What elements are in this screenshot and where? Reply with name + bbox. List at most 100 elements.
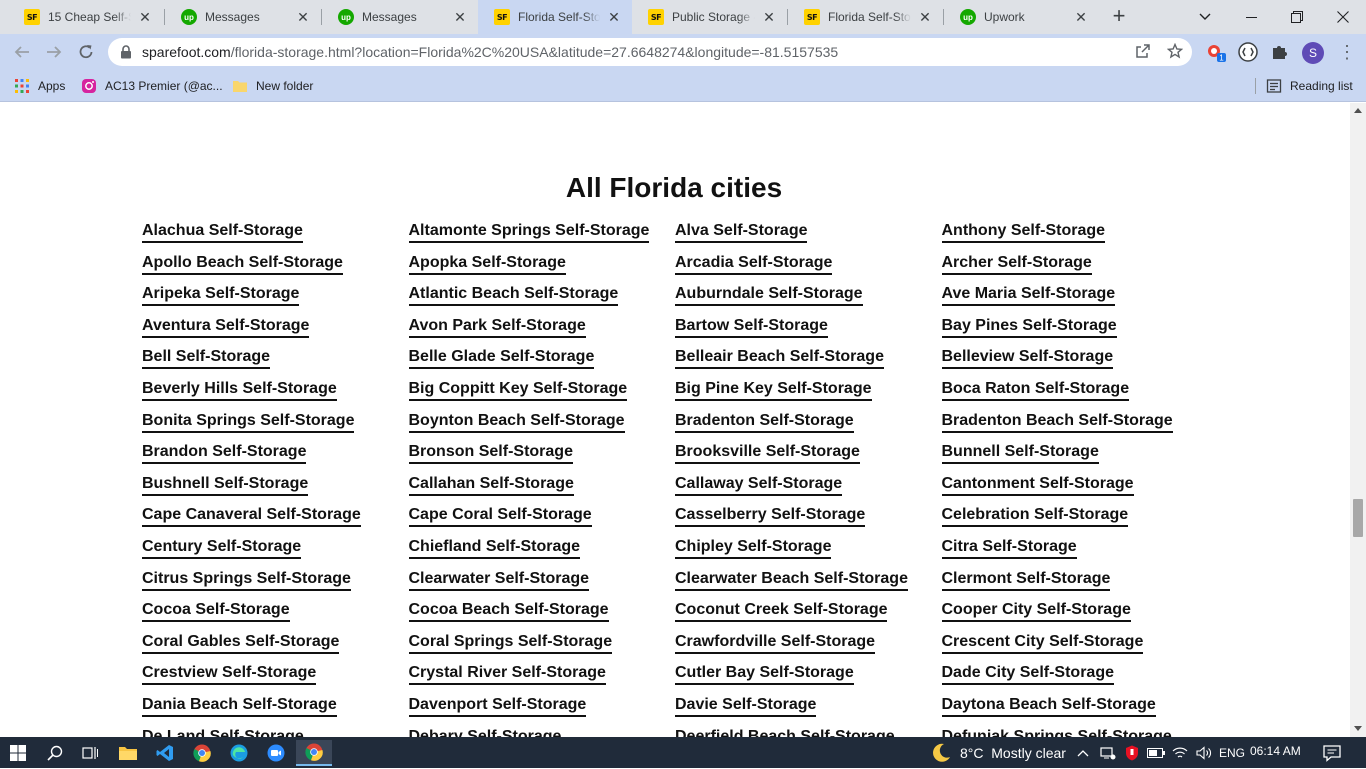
forward-button[interactable] [40,38,68,66]
tab-1[interactable]: SF 15 Cheap Self-Sto ✕ [8,0,163,34]
volume-icon[interactable] [1194,744,1214,762]
city-link[interactable]: Bradenton Beach Self-Storage [941,411,1209,433]
city-link[interactable]: Deerfield Beach Self-Storage [675,727,942,738]
new-tab-button[interactable]: + [1108,5,1130,28]
search-button[interactable] [37,740,73,766]
city-link[interactable]: Citra Self-Storage [941,537,1209,559]
bookmark-instagram[interactable]: AC13 Premier (@ac... [81,76,223,96]
battery-icon[interactable] [1146,744,1166,762]
close-icon[interactable]: ✕ [295,9,311,25]
chrome-button[interactable] [184,740,220,766]
tab-7[interactable]: up Upwork ✕ [944,0,1099,34]
city-link[interactable]: Ave Maria Self-Storage [941,284,1209,307]
city-link[interactable]: Bronson Self-Storage [408,442,676,465]
city-link[interactable]: Dania Beach Self-Storage [142,695,409,717]
city-link[interactable]: Crescent City Self-Storage [941,632,1209,654]
city-link[interactable]: Arcadia Self-Storage [675,253,942,275]
city-link[interactable]: Boca Raton Self-Storage [941,379,1209,401]
scroll-down-icon[interactable] [1354,726,1362,731]
clock[interactable]: 06:14 AM [1250,744,1301,758]
city-link[interactable]: Cape Canaveral Self-Storage [142,505,409,528]
city-link[interactable]: Bay Pines Self-Storage [941,316,1209,338]
city-link[interactable]: Cape Coral Self-Storage [408,505,676,528]
city-link[interactable]: Altamonte Springs Self-Storage [408,221,676,243]
chrome-active-button[interactable] [296,740,332,766]
city-link[interactable]: Clearwater Beach Self-Storage [675,569,942,591]
city-link[interactable]: Crystal River Self-Storage [408,663,676,686]
tab-5[interactable]: SF Public Storage - ( ✕ [632,0,787,34]
language-indicator[interactable]: ENG [1218,744,1246,762]
city-link[interactable]: Archer Self-Storage [941,253,1209,275]
city-link[interactable]: Anthony Self-Storage [941,221,1209,243]
city-link[interactable]: Bartow Self-Storage [675,316,942,338]
reload-button[interactable] [72,38,100,66]
city-link[interactable]: Bonita Springs Self-Storage [142,411,409,433]
city-link[interactable]: Clermont Self-Storage [941,569,1209,591]
city-link[interactable]: Alva Self-Storage [675,221,942,243]
tab-3[interactable]: up Messages ✕ [322,0,478,34]
city-link[interactable]: Cantonment Self-Storage [941,474,1209,496]
city-link[interactable]: Davenport Self-Storage [408,695,676,717]
zoom-button[interactable] [258,740,294,766]
city-link[interactable]: Belleview Self-Storage [941,347,1209,370]
city-link[interactable]: Daytona Beach Self-Storage [941,695,1209,717]
city-link[interactable]: Chiefland Self-Storage [408,537,676,559]
scrollbar-thumb[interactable] [1353,499,1363,537]
city-link[interactable]: Callahan Self-Storage [408,474,676,496]
city-link[interactable]: Cocoa Beach Self-Storage [408,600,676,623]
city-link[interactable]: Boynton Beach Self-Storage [408,411,676,433]
close-icon[interactable]: ✕ [917,9,933,25]
edge-button[interactable] [221,740,257,766]
city-link[interactable]: Aventura Self-Storage [142,316,409,338]
city-link[interactable]: Cutler Bay Self-Storage [675,663,942,686]
address-bar[interactable]: sparefoot.com/florida-storage.html?locat… [108,38,1192,66]
city-link[interactable]: Bushnell Self-Storage [142,474,409,496]
kebab-menu-icon[interactable]: ⋮ [1338,42,1356,62]
profile-avatar[interactable]: S [1302,42,1324,64]
city-link[interactable]: Defuniak Springs Self-Storage [942,727,1209,738]
city-link[interactable]: Auburndale Self-Storage [675,284,942,307]
puzzle-icon[interactable] [1270,42,1290,62]
bookmark-folder[interactable]: New folder [232,76,313,96]
share-icon[interactable] [1134,43,1152,61]
city-link[interactable]: Crawfordville Self-Storage [675,632,942,654]
city-link[interactable]: Bell Self-Storage [142,347,409,370]
city-link[interactable]: Aripeka Self-Storage [142,284,409,307]
tab-6[interactable]: SF Florida Self-Stora ✕ [788,0,943,34]
city-link[interactable]: Crestview Self-Storage [142,663,409,686]
city-link[interactable]: Celebration Self-Storage [941,505,1209,528]
city-link[interactable]: Dade City Self-Storage [941,663,1209,686]
city-link[interactable]: Citrus Springs Self-Storage [142,569,409,591]
page-scrollbar[interactable] [1350,103,1366,737]
city-link[interactable]: Apopka Self-Storage [408,253,676,275]
close-icon[interactable]: ✕ [452,9,468,25]
city-link[interactable]: Coral Springs Self-Storage [408,632,676,654]
city-link[interactable]: De Land Self-Storage [142,727,409,738]
url-text[interactable]: sparefoot.com/florida-storage.html?locat… [142,44,838,60]
close-window-button[interactable] [1320,0,1366,34]
network-status-icon[interactable] [1098,744,1118,762]
close-icon[interactable]: ✕ [761,9,777,25]
weather-widget[interactable]: 8°C Mostly clear [930,743,1066,763]
city-link[interactable]: Callaway Self-Storage [675,474,942,496]
notifications-button[interactable] [1320,742,1344,764]
city-link[interactable]: Bunnell Self-Storage [941,442,1209,465]
tab-4-active[interactable]: SF Florida Self-Stora ✕ [478,0,632,34]
city-link[interactable]: Alachua Self-Storage [142,221,409,243]
city-link[interactable]: Debary Self-Storage [409,727,676,738]
city-link[interactable]: Brooksville Self-Storage [675,442,942,465]
city-link[interactable]: Bradenton Self-Storage [675,411,942,433]
close-icon[interactable]: ✕ [606,9,622,25]
reading-list-button[interactable]: Reading list [1266,76,1353,96]
reader-extension-icon[interactable] [1238,42,1258,62]
city-link[interactable]: Apollo Beach Self-Storage [142,253,409,275]
close-icon[interactable]: ✕ [1073,9,1089,25]
city-link[interactable]: Davie Self-Storage [675,695,942,717]
lock-icon[interactable] [120,45,132,59]
tab-search-button[interactable] [1182,0,1228,34]
city-link[interactable]: Beverly Hills Self-Storage [142,379,409,401]
bookmark-apps[interactable]: Apps [14,76,65,96]
minimize-button[interactable] [1228,0,1274,34]
chevron-up-icon[interactable] [1074,744,1092,762]
security-shield-icon[interactable] [1122,744,1142,762]
